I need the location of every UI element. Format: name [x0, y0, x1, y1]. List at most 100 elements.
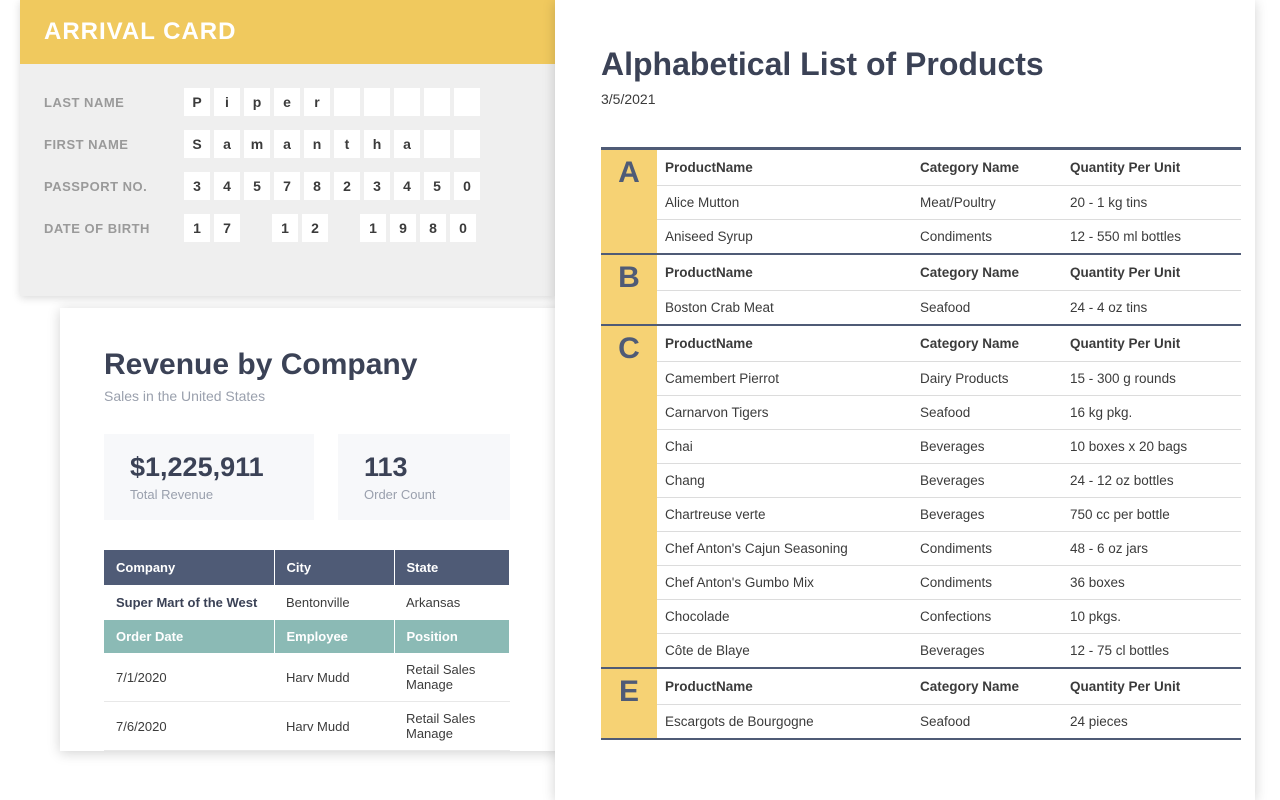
- letter-body: ProductNameCategory NameQuantity Per Uni…: [657, 255, 1241, 324]
- col-company: Company: [104, 550, 274, 585]
- product-cell: Carnarvon Tigers: [657, 396, 912, 429]
- col-employee: Employee: [274, 620, 394, 653]
- revenue-inner-cell: 7/6/2020: [104, 702, 274, 751]
- letter-cell: B: [601, 255, 657, 324]
- char-box: P: [184, 88, 210, 116]
- order-count-box: 113 Order Count: [338, 434, 510, 520]
- product-cell: 12 - 75 cl bottles: [1062, 634, 1241, 667]
- product-cell: Aniseed Syrup: [657, 220, 912, 253]
- product-cell: Seafood: [912, 291, 1062, 324]
- product-header-row: ProductNameCategory NameQuantity Per Uni…: [657, 326, 1241, 362]
- char-box: [424, 130, 450, 158]
- product-header-cell: ProductName: [657, 326, 912, 361]
- char-box: 1: [184, 214, 210, 242]
- letter-body: ProductNameCategory NameQuantity Per Uni…: [657, 669, 1241, 738]
- product-cell: Côte de Blaye: [657, 634, 912, 667]
- product-header-cell: Category Name: [912, 255, 1062, 290]
- letter-body: ProductNameCategory NameQuantity Per Uni…: [657, 326, 1241, 667]
- product-row: ChangBeverages24 - 12 oz bottles: [657, 464, 1241, 498]
- arrival-card-header: ARRIVAL CARD: [20, 0, 555, 64]
- revenue-inner-cell: Harv Mudd: [274, 702, 394, 751]
- char-box: 9: [390, 214, 416, 242]
- order-count-value: 113: [364, 452, 484, 483]
- char-box: h: [364, 130, 390, 158]
- revenue-inner-row: 7/1/2020Harv MuddRetail Sales Manage: [104, 653, 510, 702]
- product-cell: 24 pieces: [1062, 705, 1241, 738]
- letter-cell: C: [601, 326, 657, 667]
- char-box: 0: [454, 172, 480, 200]
- char-box: 2: [302, 214, 328, 242]
- passport-row: PASSPORT NO. 3457823450: [44, 172, 531, 200]
- product-row: Côte de BlayeBeverages12 - 75 cl bottles: [657, 634, 1241, 667]
- product-cell: Condiments: [912, 566, 1062, 599]
- char-box: [334, 88, 360, 116]
- revenue-inner-cell: Retail Sales Manage: [394, 702, 510, 751]
- product-cell: Condiments: [912, 532, 1062, 565]
- product-header-cell: Category Name: [912, 326, 1062, 361]
- revenue-stats: $1,225,911 Total Revenue 113 Order Count: [104, 434, 510, 520]
- product-cell: Confections: [912, 600, 1062, 633]
- total-revenue-label: Total Revenue: [130, 487, 288, 502]
- product-row: Alice MuttonMeat/Poultry20 - 1 kg tins: [657, 186, 1241, 220]
- product-row: Aniseed SyrupCondiments12 - 550 ml bottl…: [657, 220, 1241, 253]
- last-name-row: LAST NAME Piper: [44, 88, 531, 116]
- product-list-date: 3/5/2021: [601, 91, 1245, 107]
- dob-month-boxes: 12: [272, 214, 328, 242]
- product-cell: Escargots de Bourgogne: [657, 705, 912, 738]
- product-header-cell: Category Name: [912, 150, 1062, 185]
- col-order-date: Order Date: [104, 620, 274, 653]
- product-cell: Chocolade: [657, 600, 912, 633]
- char-box: 4: [214, 172, 240, 200]
- char-box: e: [274, 88, 300, 116]
- char-box: 2: [334, 172, 360, 200]
- char-box: 7: [214, 214, 240, 242]
- product-cell: 16 kg pkg.: [1062, 396, 1241, 429]
- product-header-row: ProductNameCategory NameQuantity Per Uni…: [657, 669, 1241, 705]
- product-cell: 36 boxes: [1062, 566, 1241, 599]
- product-cell: Beverages: [912, 464, 1062, 497]
- product-header-cell: Quantity Per Unit: [1062, 150, 1241, 185]
- passport-boxes: 3457823450: [184, 172, 480, 200]
- char-box: i: [214, 88, 240, 116]
- char-box: 3: [364, 172, 390, 200]
- total-revenue-value: $1,225,911: [130, 452, 288, 483]
- total-revenue-box: $1,225,911 Total Revenue: [104, 434, 314, 520]
- col-position: Position: [394, 620, 510, 653]
- revenue-inner-cell: 7/1/2020: [104, 653, 274, 702]
- char-box: [394, 88, 420, 116]
- product-cell: 20 - 1 kg tins: [1062, 186, 1241, 219]
- char-box: p: [244, 88, 270, 116]
- char-box: 3: [184, 172, 210, 200]
- product-cell: Alice Mutton: [657, 186, 912, 219]
- product-header-row: ProductNameCategory NameQuantity Per Uni…: [657, 150, 1241, 186]
- product-cell: Seafood: [912, 396, 1062, 429]
- char-box: r: [304, 88, 330, 116]
- letter-section: CProductNameCategory NameQuantity Per Un…: [601, 326, 1241, 669]
- product-cell: Beverages: [912, 634, 1062, 667]
- letter-section: EProductNameCategory NameQuantity Per Un…: [601, 669, 1241, 740]
- product-cell: Beverages: [912, 430, 1062, 463]
- col-city: City: [274, 550, 394, 585]
- product-cell: Seafood: [912, 705, 1062, 738]
- product-cell: Camembert Pierrot: [657, 362, 912, 395]
- char-box: 8: [420, 214, 446, 242]
- char-box: 5: [244, 172, 270, 200]
- product-list-card: Alphabetical List of Products 3/5/2021 A…: [555, 0, 1255, 800]
- char-box: [364, 88, 390, 116]
- char-box: a: [214, 130, 240, 158]
- product-cell: Meat/Poultry: [912, 186, 1062, 219]
- order-count-label: Order Count: [364, 487, 484, 502]
- letter-section: BProductNameCategory NameQuantity Per Un…: [601, 255, 1241, 326]
- company-state-cell: Arkansas: [394, 585, 510, 620]
- product-cell: 12 - 550 ml bottles: [1062, 220, 1241, 253]
- product-cell: Dairy Products: [912, 362, 1062, 395]
- char-box: n: [304, 130, 330, 158]
- revenue-inner-cell: Harv Mudd: [274, 653, 394, 702]
- arrival-card-body: LAST NAME Piper FIRST NAME Samantha PASS…: [20, 64, 555, 296]
- dob-day-boxes: 17: [184, 214, 240, 242]
- product-cell: Condiments: [912, 220, 1062, 253]
- char-box: 1: [272, 214, 298, 242]
- product-header-cell: ProductName: [657, 255, 912, 290]
- last-name-boxes: Piper: [184, 88, 480, 116]
- revenue-subtitle: Sales in the United States: [104, 388, 510, 404]
